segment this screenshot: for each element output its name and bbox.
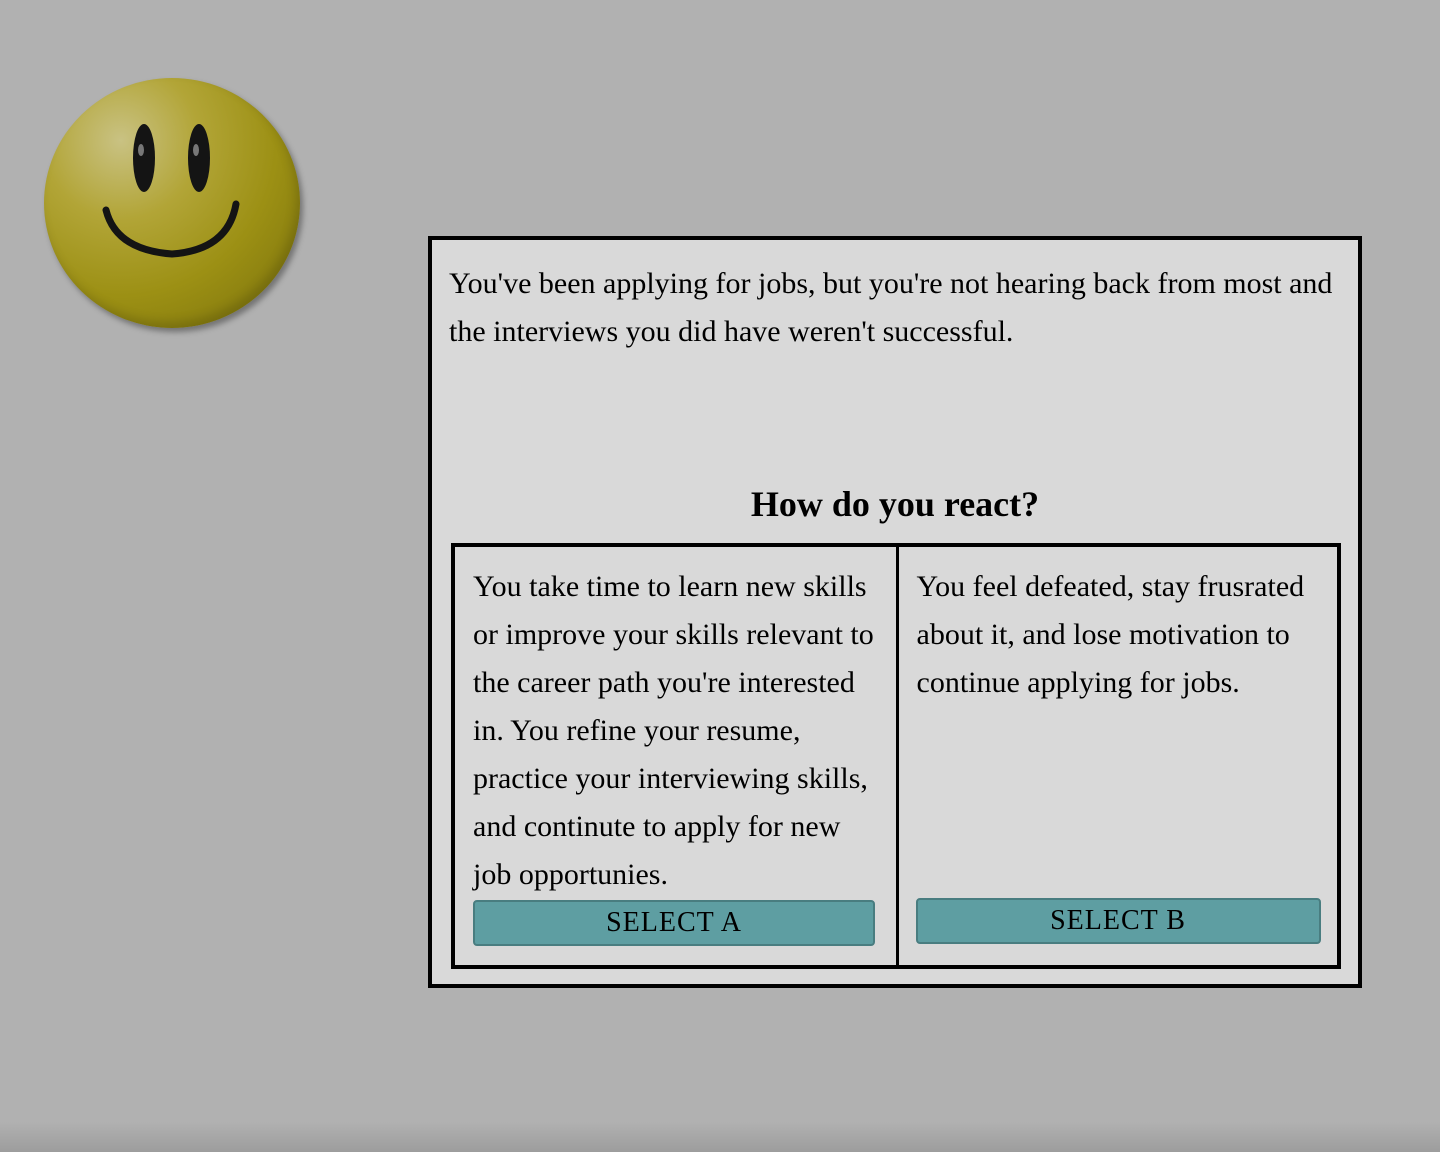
- option-b: You feel defeated, stay frusrated about …: [895, 547, 1338, 965]
- scenario-dialog: You've been applying for jobs, but you'r…: [428, 236, 1362, 988]
- scenario-text: You've been applying for jobs, but you'r…: [449, 267, 1333, 348]
- right-eye: [188, 124, 210, 192]
- select-b-button[interactable]: SELECT B: [915, 898, 1321, 944]
- select-a-button[interactable]: SELECT A: [473, 900, 875, 946]
- bottom-shadow: [0, 1122, 1440, 1152]
- left-eye-highlight: [138, 144, 144, 156]
- left-eye: [133, 124, 155, 192]
- smiley-face-graphic: [102, 124, 240, 258]
- option-a: You take time to learn new skills or imp…: [455, 547, 896, 965]
- question-heading: How do you react?: [750, 484, 1040, 524]
- option-a-text: You take time to learn new skills or imp…: [473, 570, 874, 891]
- option-b-text: You feel defeated, stay frusrated about …: [916, 570, 1305, 699]
- options-table: You take time to learn new skills or imp…: [451, 543, 1341, 969]
- smile-mouth: [102, 200, 240, 258]
- smiley-face-icon: [44, 78, 300, 328]
- right-eye-highlight: [193, 144, 199, 156]
